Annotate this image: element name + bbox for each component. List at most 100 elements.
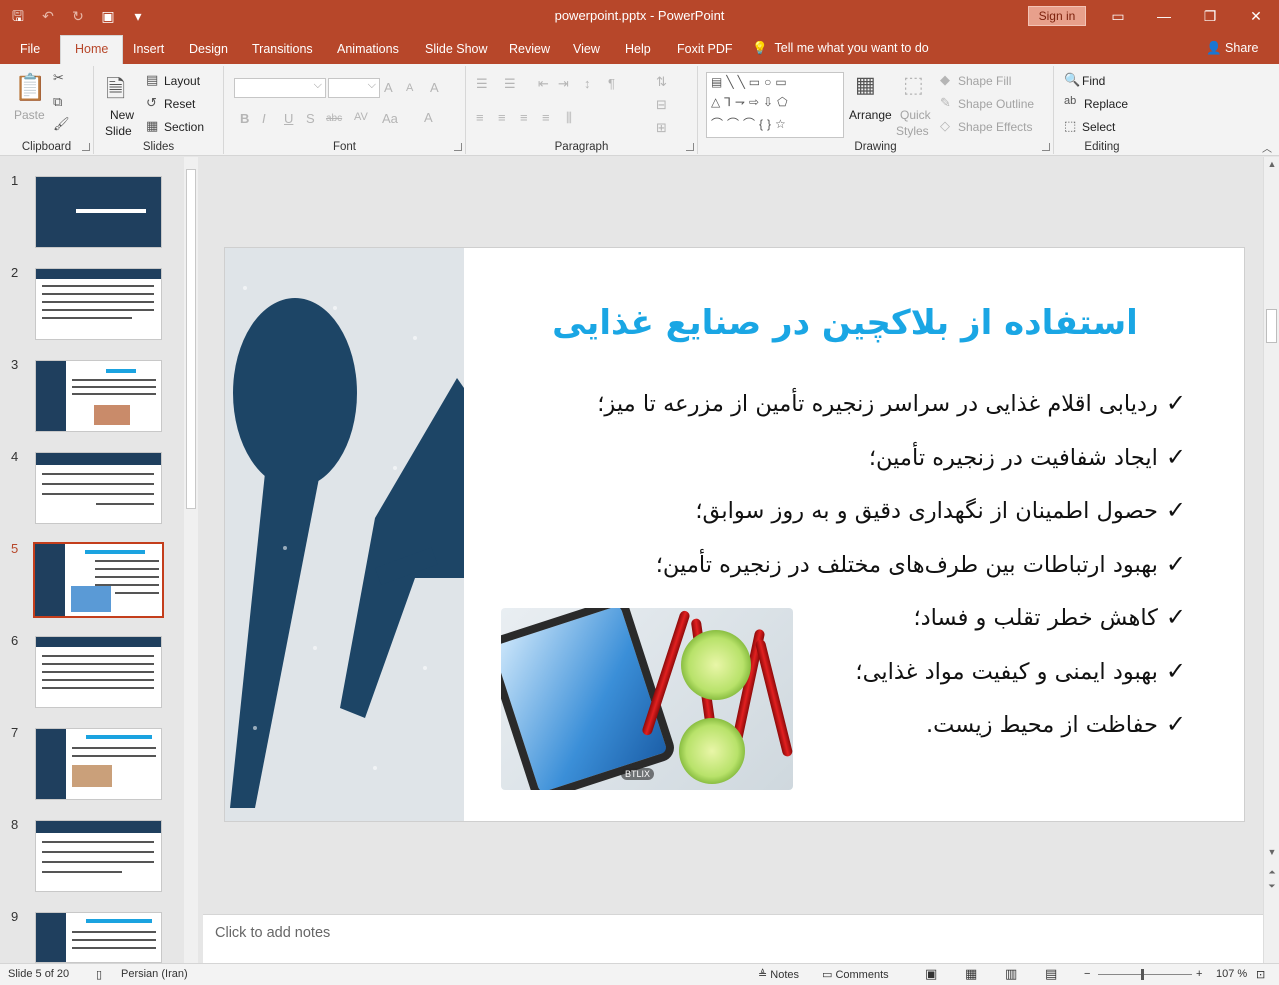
- tab-file[interactable]: File: [16, 38, 44, 64]
- cut-icon[interactable]: ✂: [53, 70, 64, 86]
- comments-toggle[interactable]: ▭ Comments: [822, 968, 889, 981]
- new-slide-icon[interactable]: 🗎: [106, 72, 125, 113]
- new-slide-button[interactable]: New: [110, 108, 134, 122]
- normal-view-icon[interactable]: ▣: [925, 966, 937, 982]
- strikethrough-icon[interactable]: abc: [326, 113, 342, 124]
- paste-button[interactable]: Paste: [14, 108, 45, 122]
- layout-button[interactable]: Layout: [164, 74, 200, 88]
- tab-view[interactable]: View: [569, 38, 604, 64]
- line-spacing-icon[interactable]: ↕: [584, 76, 591, 91]
- font-family-select[interactable]: [234, 78, 326, 98]
- language-indicator[interactable]: Persian (Iran): [121, 968, 188, 980]
- paste-icon[interactable]: 📋: [14, 72, 46, 103]
- shape-effects-button[interactable]: Shape Effects: [958, 120, 1033, 134]
- tab-foxit-pdf[interactable]: Foxit PDF: [673, 38, 737, 64]
- slide-thumbnail-1[interactable]: [35, 176, 162, 248]
- shape-outline-button[interactable]: Shape Outline: [958, 97, 1034, 111]
- slide-thumbnail-3[interactable]: [35, 360, 162, 432]
- rtl-icon[interactable]: ¶: [608, 76, 615, 91]
- slide-thumbnail-6[interactable]: [35, 636, 162, 708]
- clear-formatting-icon[interactable]: A: [430, 80, 439, 95]
- shape-fill-button[interactable]: Shape Fill: [958, 74, 1011, 88]
- notes-pane[interactable]: Click to add notes: [203, 914, 1263, 963]
- tab-transitions[interactable]: Transitions: [248, 38, 317, 64]
- tab-animations[interactable]: Animations: [333, 38, 403, 64]
- sign-in-button[interactable]: Sign in: [1028, 6, 1086, 26]
- copy-icon[interactable]: ⧉: [53, 94, 62, 110]
- reset-button[interactable]: Reset: [164, 97, 195, 111]
- spellcheck-icon[interactable]: ▯: [96, 968, 102, 981]
- align-right-icon[interactable]: ≡: [520, 110, 528, 125]
- slide-thumbnail-8[interactable]: [35, 820, 162, 892]
- numbering-icon[interactable]: ☰: [504, 76, 516, 92]
- zoom-out-icon[interactable]: −: [1084, 968, 1090, 980]
- shadow-icon[interactable]: S: [306, 111, 315, 126]
- editor-vertical-scrollbar[interactable]: ▲ ▼ ⏶ ⏷: [1263, 157, 1279, 963]
- slide-thumbnail-2[interactable]: [35, 268, 162, 340]
- decrease-indent-icon[interactable]: ⇤: [538, 76, 549, 92]
- font-size-select[interactable]: [328, 78, 380, 98]
- bullets-icon[interactable]: ☰: [476, 76, 488, 92]
- slide-thumbnail-4[interactable]: [35, 452, 162, 524]
- slide-sorter-icon[interactable]: ▦: [965, 966, 977, 982]
- slide-thumbnail-7[interactable]: [35, 728, 162, 800]
- collapse-ribbon-icon[interactable]: ︿: [1262, 140, 1272, 155]
- next-slide-icon[interactable]: ⏷: [1264, 881, 1279, 892]
- align-text-icon[interactable]: ⊟: [656, 97, 667, 113]
- quick-styles-icon[interactable]: ⬚: [903, 72, 924, 98]
- section-button[interactable]: Section: [164, 120, 204, 134]
- zoom-in-icon[interactable]: +: [1196, 968, 1202, 980]
- align-center-icon[interactable]: ≡: [498, 110, 506, 125]
- text-direction-icon[interactable]: ⇅: [656, 74, 667, 90]
- reading-view-icon[interactable]: ▥: [1005, 966, 1017, 982]
- arrange-icon[interactable]: ▦: [855, 72, 876, 98]
- shapes-row-2-icon[interactable]: △⅂⇁⇨⇩⬠: [711, 95, 841, 109]
- slide-thumbnail-9[interactable]: [35, 912, 162, 963]
- tab-home[interactable]: Home: [60, 35, 124, 64]
- editor-scroll-thumb[interactable]: [1266, 309, 1277, 343]
- tab-design[interactable]: Design: [185, 38, 232, 64]
- replace-button[interactable]: Replace: [1084, 97, 1128, 111]
- increase-font-icon[interactable]: A: [384, 80, 393, 95]
- shapes-gallery[interactable]: ▤╲╲▭○▭ △⅂⇁⇨⇩⬠ ⌒⌒⌒{}☆: [706, 72, 844, 138]
- minimize-icon[interactable]: —: [1141, 0, 1187, 32]
- zoom-level[interactable]: 107 %: [1216, 968, 1247, 980]
- clipboard-launcher-icon[interactable]: [82, 143, 90, 151]
- decrease-font-icon[interactable]: A: [406, 82, 413, 94]
- tab-slide-show[interactable]: Slide Show: [421, 38, 492, 64]
- slide-thumbnail-5[interactable]: [33, 542, 164, 618]
- zoom-slider-thumb[interactable]: [1141, 969, 1144, 980]
- change-case-icon[interactable]: Aa: [382, 111, 398, 126]
- format-painter-icon[interactable]: 🖌: [53, 116, 70, 132]
- underline-icon[interactable]: U: [284, 111, 293, 126]
- italic-icon[interactable]: I: [262, 111, 266, 126]
- zoom-slider[interactable]: [1098, 974, 1192, 975]
- thumbnails-scrollbar[interactable]: [184, 157, 198, 963]
- tab-review[interactable]: Review: [505, 38, 554, 64]
- share-button[interactable]: 👤 Share: [1206, 41, 1258, 56]
- scroll-up-icon[interactable]: ▲: [1264, 159, 1279, 169]
- thumbnails-scroll-thumb[interactable]: [186, 169, 196, 509]
- scroll-down-icon[interactable]: ▼: [1264, 847, 1279, 857]
- font-launcher-icon[interactable]: [454, 143, 462, 151]
- align-left-icon[interactable]: ≡: [476, 110, 484, 125]
- slideshow-view-icon[interactable]: ▤: [1045, 966, 1057, 982]
- restore-icon[interactable]: ❐: [1187, 0, 1233, 32]
- bold-icon[interactable]: B: [240, 111, 249, 126]
- shapes-row-1-icon[interactable]: ▤╲╲▭○▭: [711, 75, 841, 89]
- tab-help[interactable]: Help: [621, 38, 655, 64]
- slide-title[interactable]: استفاده از بلاکچین در صنایع غذایی: [525, 303, 1165, 343]
- fit-slide-icon[interactable]: ⊡: [1256, 968, 1265, 981]
- notes-toggle[interactable]: ≜ Notes: [758, 968, 799, 981]
- close-icon[interactable]: ✕: [1233, 0, 1279, 32]
- smartart-icon[interactable]: ⊞: [656, 120, 667, 136]
- find-button[interactable]: Find: [1082, 74, 1105, 88]
- paragraph-launcher-icon[interactable]: [686, 143, 694, 151]
- shapes-row-3-icon[interactable]: ⌒⌒⌒{}☆: [711, 115, 841, 132]
- select-button[interactable]: Select: [1082, 120, 1115, 134]
- previous-slide-icon[interactable]: ⏶: [1264, 867, 1279, 878]
- tab-insert[interactable]: Insert: [129, 38, 168, 64]
- tell-me-box[interactable]: 💡 Tell me what you want to do: [752, 41, 929, 56]
- quick-styles-button[interactable]: Quick: [900, 108, 931, 122]
- columns-icon[interactable]: ⫼: [566, 110, 572, 126]
